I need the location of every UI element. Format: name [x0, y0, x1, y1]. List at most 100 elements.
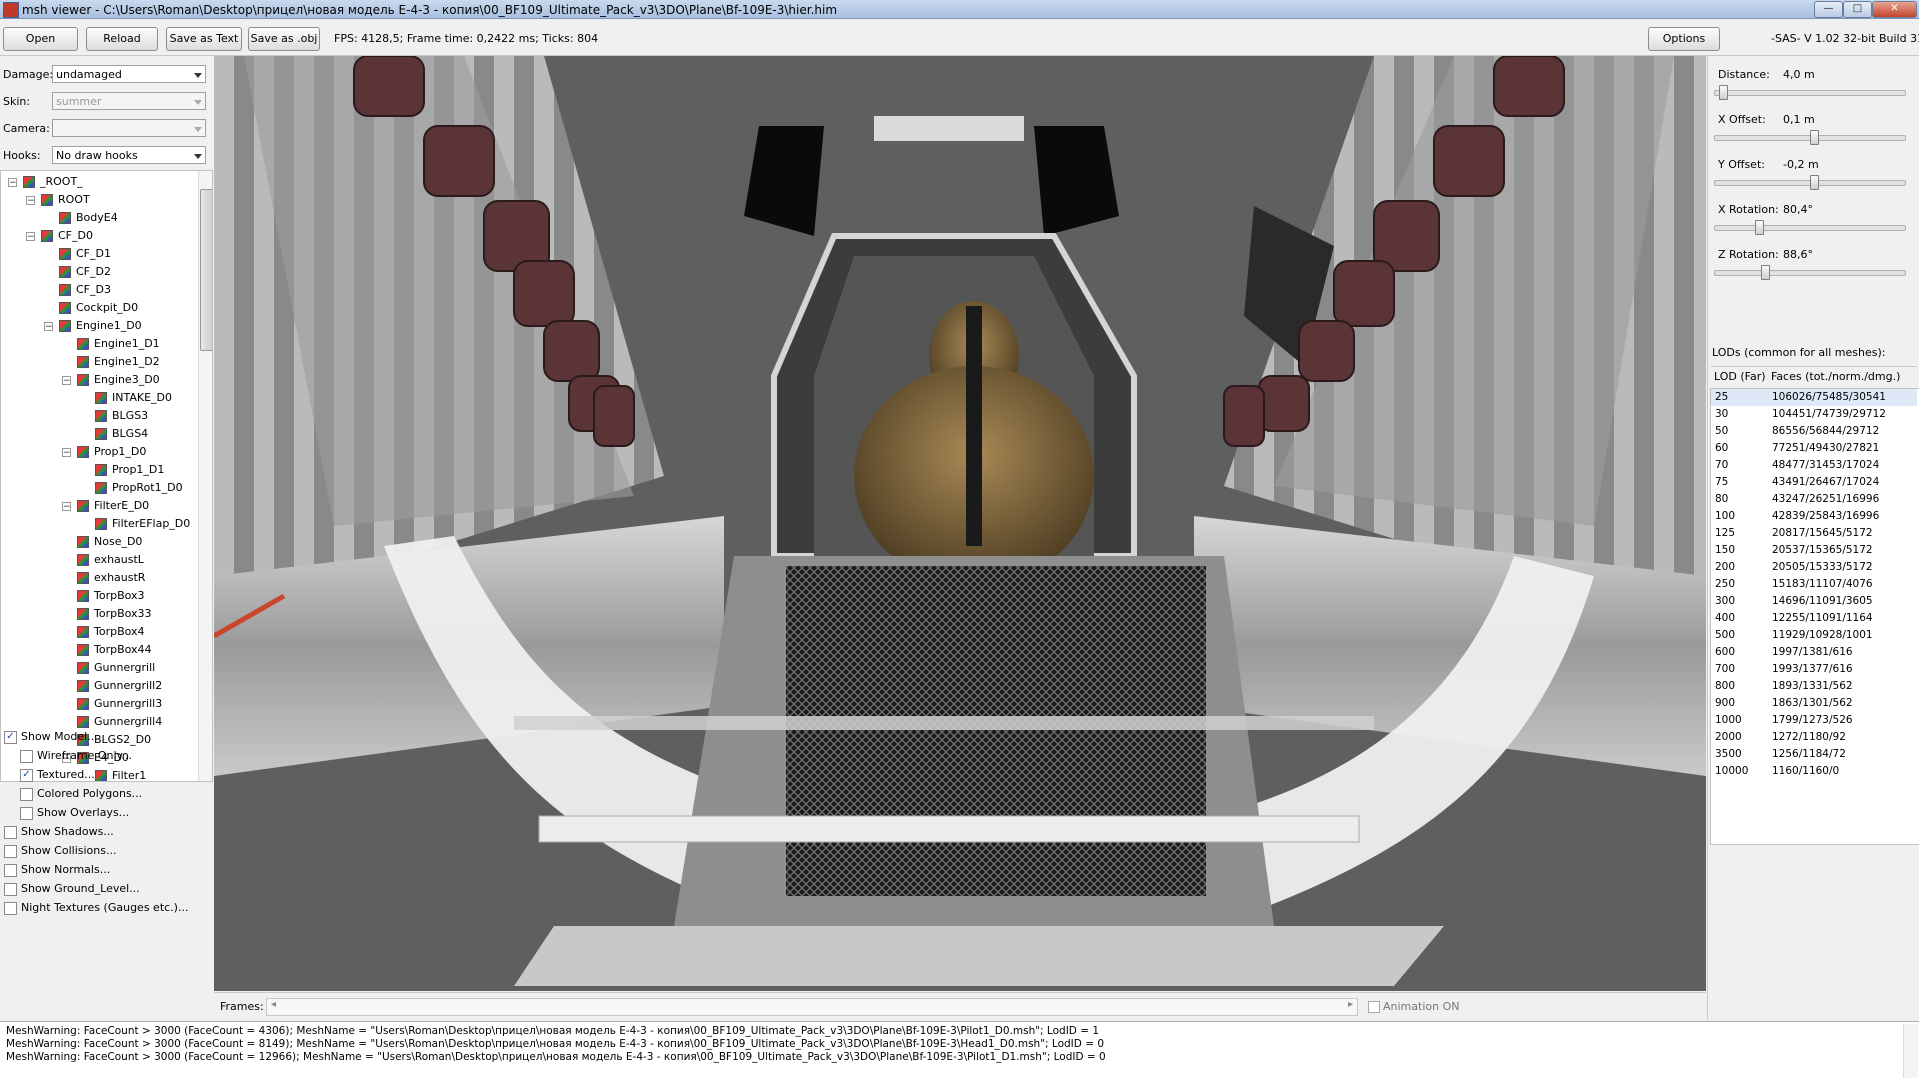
- tree-item[interactable]: TorpBox33: [77, 605, 152, 623]
- hooks-select[interactable]: No draw hooks: [52, 146, 206, 164]
- slider-left-arrow-icon[interactable]: ◂: [271, 999, 276, 1010]
- camera-select[interactable]: [52, 119, 206, 137]
- tree-item[interactable]: Engine1_D1: [77, 335, 160, 353]
- tree-expander[interactable]: −: [44, 322, 53, 332]
- minimize-button[interactable]: —: [1814, 1, 1843, 18]
- lod-row[interactable]: 80 43247/26251/16996: [1711, 491, 1917, 508]
- tree-item[interactable]: exhaustR: [77, 569, 145, 587]
- tree-item[interactable]: Engine1_D2: [77, 353, 160, 371]
- tree-item[interactable]: CF_D0: [41, 227, 93, 245]
- checkbox[interactable]: [4, 901, 17, 915]
- tree-item[interactable]: Gunnergrill2: [77, 677, 162, 695]
- checkbox[interactable]: [4, 863, 17, 877]
- tree-item[interactable]: BLGS3: [95, 407, 148, 425]
- lod-row[interactable]: 30 104451/74739/29712: [1711, 406, 1917, 423]
- lod-row[interactable]: 500 11929/10928/1001: [1711, 627, 1917, 644]
- tree-item[interactable]: BLGS4: [95, 425, 148, 443]
- lod-row[interactable]: 10000 1160/1160/0: [1711, 763, 1917, 780]
- checkbox[interactable]: [4, 825, 17, 839]
- tree-item[interactable]: TorpBox3: [77, 587, 145, 605]
- checkbox[interactable]: [4, 882, 17, 896]
- tree-expander[interactable]: −: [8, 178, 17, 188]
- lod-row[interactable]: 700 1993/1377/616: [1711, 661, 1917, 678]
- tree-expander[interactable]: −: [62, 502, 71, 512]
- slider-track[interactable]: [1714, 130, 1906, 145]
- slider-track[interactable]: [1714, 265, 1906, 280]
- hierarchy-tree[interactable]: − _ROOT_ − ROOT BodyE4− CF_D0 CF_D1 CF_D2 CF_D3 C…: [0, 170, 213, 782]
- reload-button[interactable]: Reload: [86, 27, 158, 51]
- maximize-button[interactable]: □: [1843, 1, 1872, 18]
- lod-row[interactable]: 70 48477/31453/17024: [1711, 457, 1917, 474]
- tree-item[interactable]: INTAKE_D0: [95, 389, 172, 407]
- checkbox[interactable]: ✓: [20, 768, 33, 782]
- option-checkbox-row[interactable]: Show Overlays...: [20, 804, 129, 822]
- lod-row[interactable]: 600 1997/1381/616: [1711, 644, 1917, 661]
- animation-checkbox[interactable]: [1368, 1001, 1380, 1013]
- slider-thumb[interactable]: [1810, 175, 1819, 190]
- close-button[interactable]: ✕: [1872, 1, 1917, 18]
- options-button[interactable]: Options: [1648, 27, 1720, 51]
- tree-scrollbar[interactable]: [198, 171, 212, 781]
- tree-item[interactable]: Gunnergrill3: [77, 695, 162, 713]
- lod-row[interactable]: 25 106026/75485/30541: [1711, 389, 1917, 406]
- tree-item[interactable]: exhaustL: [77, 551, 144, 569]
- frames-slider[interactable]: ◂ ▸: [266, 998, 1358, 1016]
- animation-toggle[interactable]: Animation ON: [1368, 1000, 1459, 1013]
- tree-item[interactable]: Engine1_D0: [59, 317, 142, 335]
- lod-row[interactable]: 100 42839/25843/16996: [1711, 508, 1917, 525]
- lod-row[interactable]: 60 77251/49430/27821: [1711, 440, 1917, 457]
- tree-item[interactable]: TorpBox44: [77, 641, 152, 659]
- skin-select[interactable]: summer: [52, 92, 206, 110]
- tree-item[interactable]: Prop1_D1: [95, 461, 164, 479]
- slider-track[interactable]: [1714, 85, 1906, 100]
- option-checkbox-row[interactable]: Show Collisions...: [4, 842, 116, 860]
- option-checkbox-row[interactable]: ✓ Textured...: [20, 766, 95, 784]
- tree-item[interactable]: BodyE4: [59, 209, 118, 227]
- option-checkbox-row[interactable]: Show Shadows...: [4, 823, 114, 841]
- lod-row[interactable]: 75 43491/26467/17024: [1711, 474, 1917, 491]
- checkbox[interactable]: [20, 749, 33, 763]
- option-checkbox-row[interactable]: Show Ground_Level...: [4, 880, 140, 898]
- tree-item[interactable]: ROOT: [41, 191, 90, 209]
- slider-track[interactable]: [1714, 175, 1906, 190]
- save-as-obj-button[interactable]: Save as .obj: [248, 27, 320, 51]
- slider-thumb[interactable]: [1755, 220, 1764, 235]
- tree-item[interactable]: Engine3_D0: [77, 371, 160, 389]
- lod-row[interactable]: 800 1893/1331/562: [1711, 678, 1917, 695]
- lod-row[interactable]: 125 20817/15645/5172: [1711, 525, 1917, 542]
- open-button[interactable]: Open: [3, 27, 78, 51]
- tree-item[interactable]: CF_D3: [59, 281, 111, 299]
- option-checkbox-row[interactable]: Wireframe Only...: [20, 747, 132, 765]
- lod-row[interactable]: 3500 1256/1184/72: [1711, 746, 1917, 763]
- option-checkbox-row[interactable]: Night Textures (Gauges etc.)...: [4, 899, 188, 917]
- tree-item[interactable]: TorpBox4: [77, 623, 145, 641]
- slider-right-arrow-icon[interactable]: ▸: [1348, 999, 1353, 1010]
- option-checkbox-row[interactable]: Show Normals...: [4, 861, 110, 879]
- lod-row[interactable]: 250 15183/11107/4076: [1711, 576, 1917, 593]
- slider-track[interactable]: [1714, 220, 1906, 235]
- checkbox[interactable]: ✓: [4, 730, 17, 744]
- slider-thumb[interactable]: [1810, 130, 1819, 145]
- lod-row[interactable]: 1000 1799/1273/526: [1711, 712, 1917, 729]
- tree-expander[interactable]: −: [62, 448, 71, 458]
- lod-table[interactable]: 25 106026/75485/30541 30 104451/74739/29712…: [1710, 388, 1919, 845]
- tree-expander[interactable]: −: [26, 232, 35, 242]
- lod-row[interactable]: 300 14696/11091/3605: [1711, 593, 1917, 610]
- option-checkbox-row[interactable]: ✓ Show Model...: [4, 728, 98, 746]
- 3d-viewport[interactable]: [214, 56, 1706, 991]
- tree-expander[interactable]: −: [26, 196, 35, 206]
- tree-item[interactable]: Filter1: [95, 767, 146, 781]
- tree-item[interactable]: CF_D1: [59, 245, 111, 263]
- lod-row[interactable]: 2000 1272/1180/92: [1711, 729, 1917, 746]
- tree-item[interactable]: PropRot1_D0: [95, 479, 183, 497]
- checkbox[interactable]: [4, 844, 17, 858]
- damage-select[interactable]: undamaged: [52, 65, 206, 83]
- checkbox[interactable]: [20, 787, 33, 801]
- tree-item[interactable]: CF_D2: [59, 263, 111, 281]
- tree-item[interactable]: Nose_D0: [77, 533, 142, 551]
- lod-row[interactable]: 50 86556/56844/29712: [1711, 423, 1917, 440]
- tree-item[interactable]: FilterEFlap_D0: [95, 515, 190, 533]
- log-scrollbar[interactable]: [1903, 1024, 1918, 1078]
- lod-row[interactable]: 900 1863/1301/562: [1711, 695, 1917, 712]
- tree-item[interactable]: _ROOT_: [23, 173, 83, 191]
